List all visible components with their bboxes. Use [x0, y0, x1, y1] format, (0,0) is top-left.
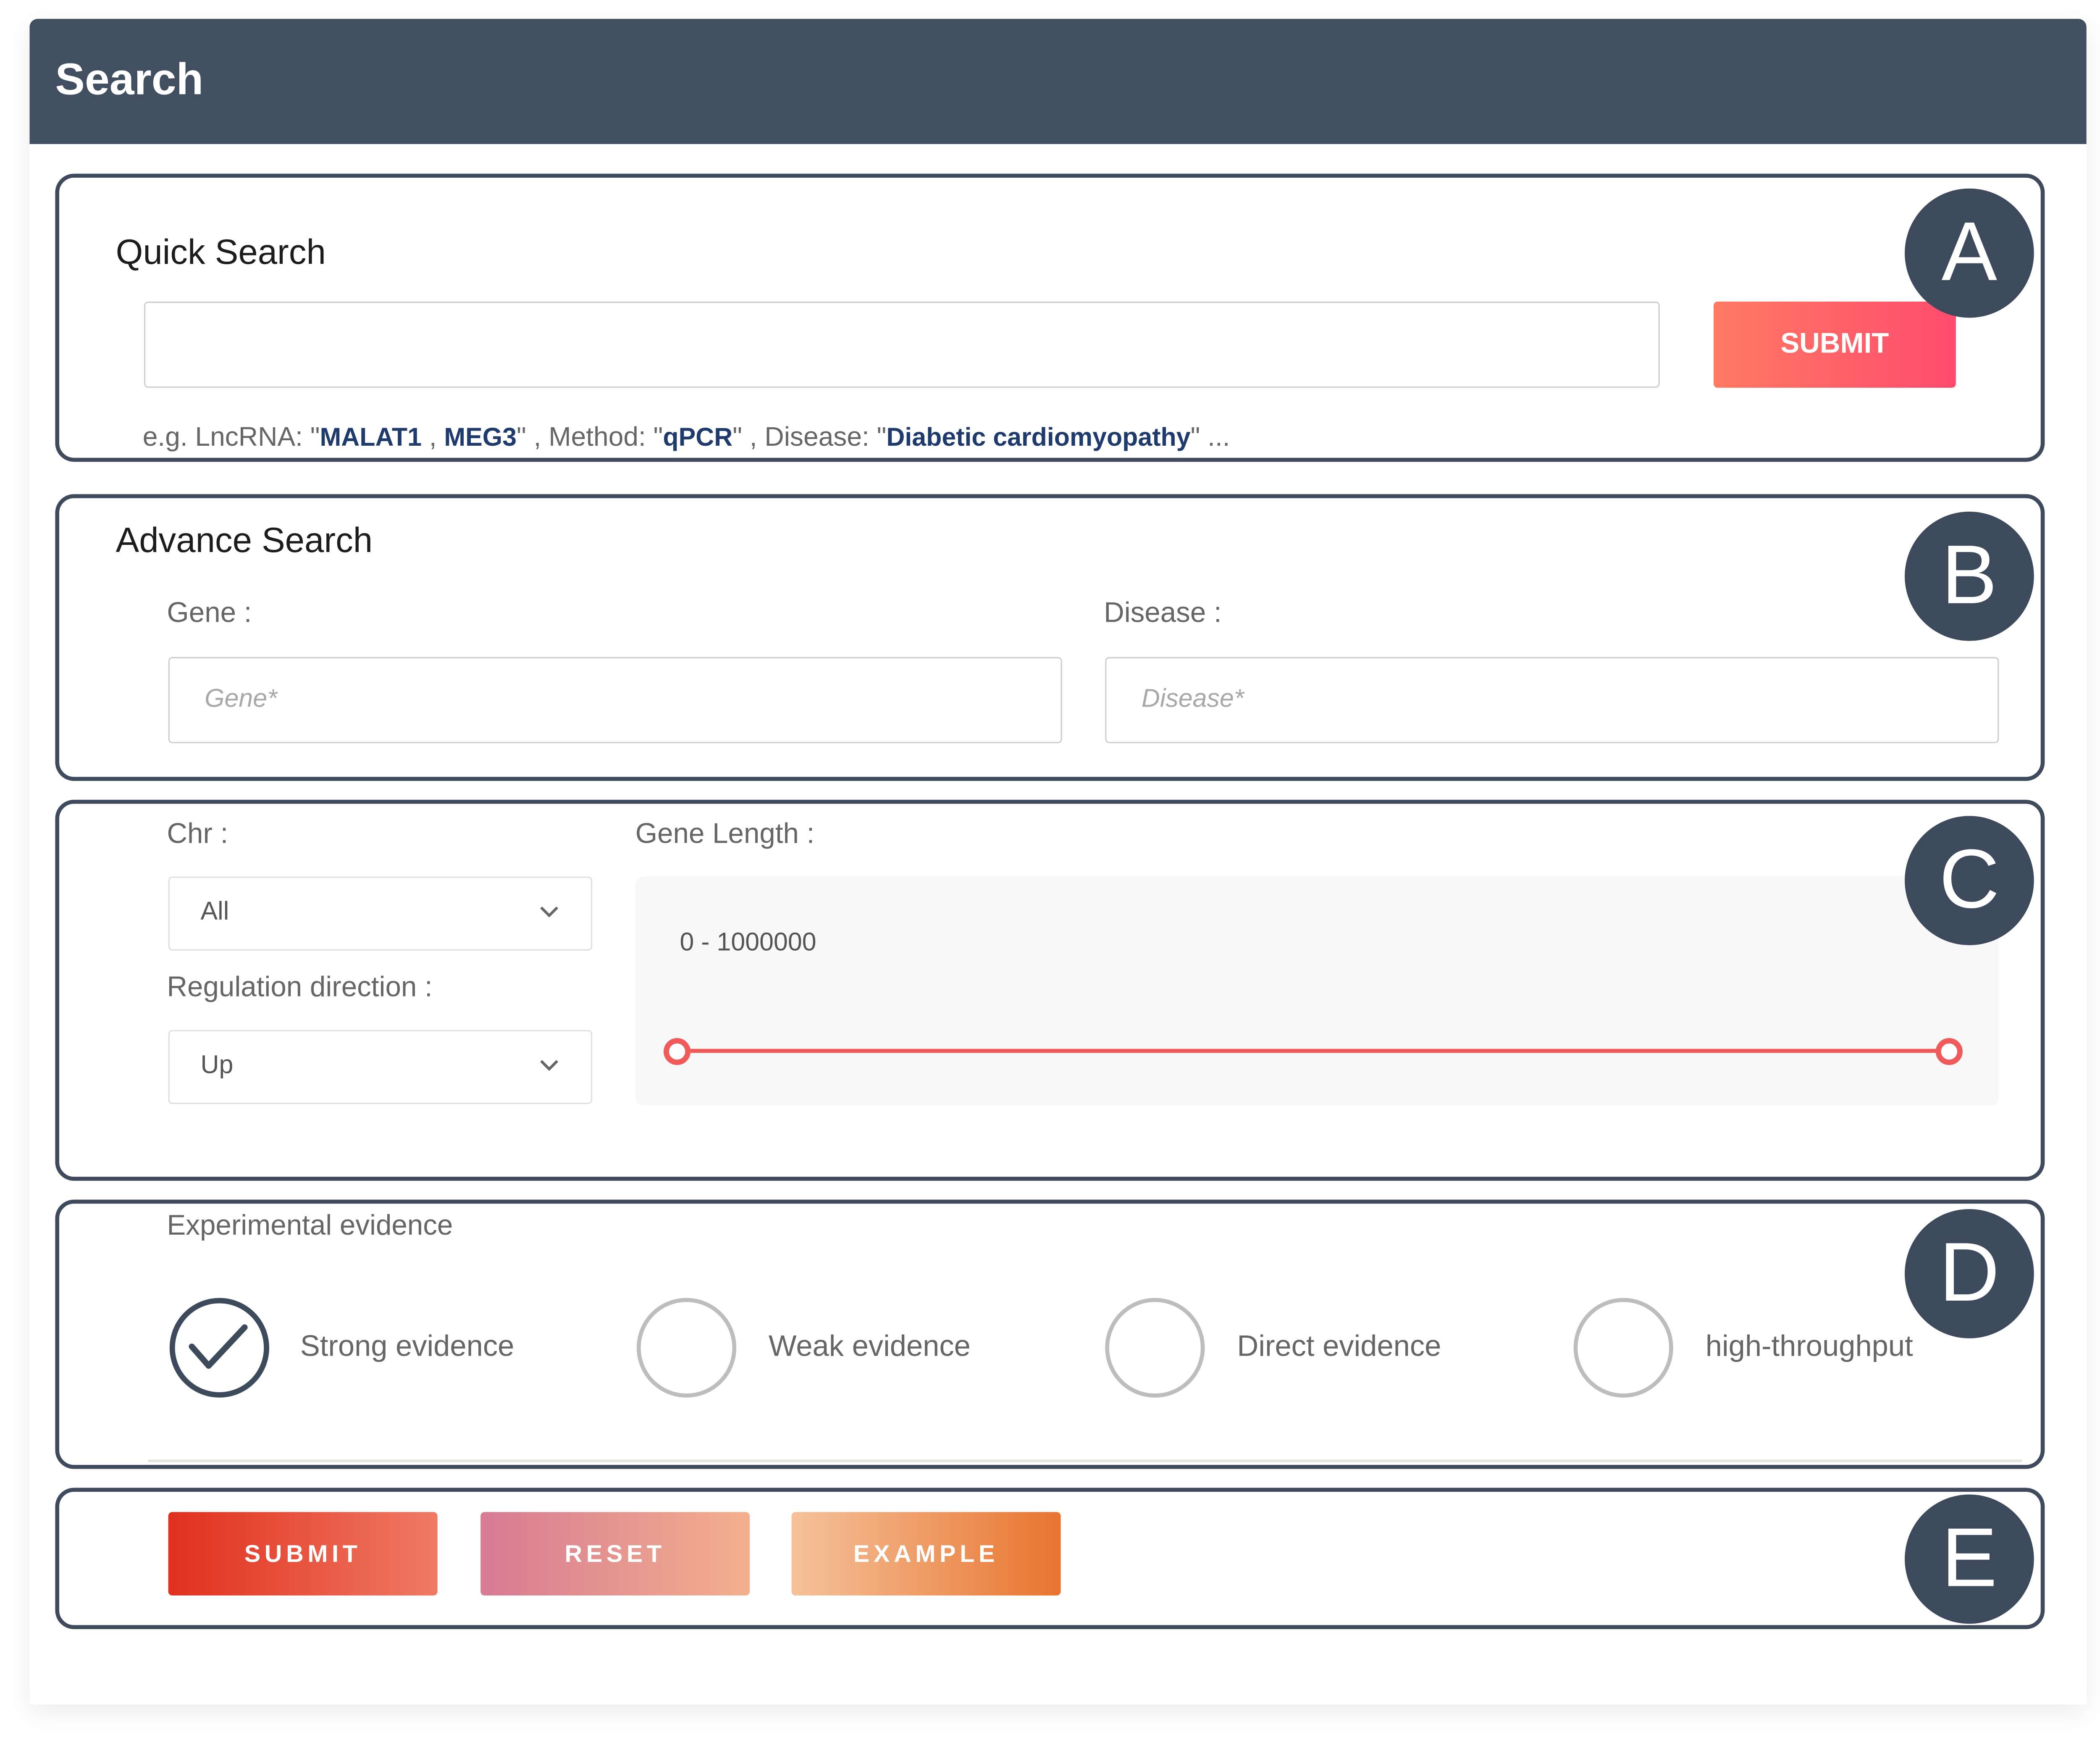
example-button[interactable]: EXAMPLE [791, 1512, 1061, 1596]
quick-search-example-hint: e.g. LncRNA: "MALAT1 , MEG3" , Method: "… [143, 423, 1230, 454]
badge-letter-d: D [1939, 1226, 2000, 1320]
search-header: Search [29, 18, 2087, 144]
gene-label: Gene : [167, 598, 252, 629]
high-throughput-radio[interactable] [1573, 1298, 1673, 1398]
gene-length-slider-max-handle[interactable] [1935, 1038, 1963, 1065]
chevron-down-icon [540, 906, 559, 917]
example-sep: , [421, 423, 444, 452]
example-suffix: " ... [1190, 423, 1230, 452]
disease-label: Disease : [1104, 598, 1222, 629]
example-disease-prefix: " , Disease: " [732, 423, 887, 452]
advance-search-title: Advance Search [116, 520, 373, 560]
quick-search-input[interactable] [144, 301, 1660, 388]
checkmark-icon [189, 1324, 248, 1369]
gene-length-range-text: 0 - 1000000 [680, 929, 816, 957]
regulation-direction-label: Regulation direction : [167, 972, 433, 1003]
weak-evidence-radio[interactable] [636, 1298, 737, 1398]
example-prefix: e.g. LncRNA: " [142, 423, 320, 452]
evidence-divider [148, 1459, 2022, 1462]
section-badge-b: B [1905, 511, 2034, 641]
badge-letter-c: C [1939, 833, 2000, 927]
example-method-qpcr[interactable]: qPCR [663, 424, 732, 452]
section-badge-e: E [1905, 1494, 2034, 1624]
chr-select[interactable]: All [168, 876, 593, 951]
strong-evidence-radio[interactable] [169, 1298, 269, 1398]
gene-length-label: Gene Length : [635, 818, 815, 850]
gene-length-panel [635, 876, 1999, 1106]
section-badge-d: D [1905, 1209, 2034, 1338]
example-method-prefix: " , Method: " [517, 423, 663, 452]
gene-input[interactable] [168, 657, 1062, 744]
regulation-direction-select[interactable]: Up [168, 1030, 593, 1104]
example-disease[interactable]: Diabetic cardiomyopathy [886, 424, 1190, 452]
reset-button[interactable]: RESET [480, 1512, 750, 1596]
example-lncrna-malat1[interactable]: MALAT1 [320, 424, 422, 452]
chevron-down-icon [540, 1060, 559, 1071]
section-badge-c: C [1905, 816, 2034, 945]
badge-letter-a: A [1941, 206, 1998, 299]
direct-evidence-radio[interactable] [1105, 1298, 1205, 1398]
experimental-evidence-title: Experimental evidence [167, 1210, 453, 1242]
submit-button[interactable]: SUBMIT [168, 1512, 438, 1596]
page-title: Search [55, 54, 204, 104]
weak-evidence-label[interactable]: Weak evidence [769, 1329, 971, 1364]
gene-length-slider-track[interactable] [677, 1049, 1949, 1053]
chr-label: Chr : [167, 818, 228, 850]
section-badge-a: A [1905, 188, 2034, 318]
example-lncrna-meg3[interactable]: MEG3 [444, 424, 517, 452]
gene-length-slider-min-handle[interactable] [664, 1038, 691, 1065]
quick-search-title: Quick Search [116, 231, 326, 272]
search-page: Search Quick Search SUBMIT e.g. LncRNA: … [0, 0, 2100, 1756]
badge-letter-b: B [1941, 529, 1998, 622]
high-throughput-label[interactable]: high-throughput [1706, 1329, 1913, 1364]
direct-evidence-label[interactable]: Direct evidence [1237, 1329, 1441, 1364]
chr-select-value: All [200, 898, 229, 927]
strong-evidence-label[interactable]: Strong evidence [300, 1329, 514, 1364]
badge-letter-e: E [1941, 1512, 1998, 1605]
disease-input[interactable] [1105, 657, 1999, 744]
regulation-direction-value: Up [200, 1051, 234, 1080]
